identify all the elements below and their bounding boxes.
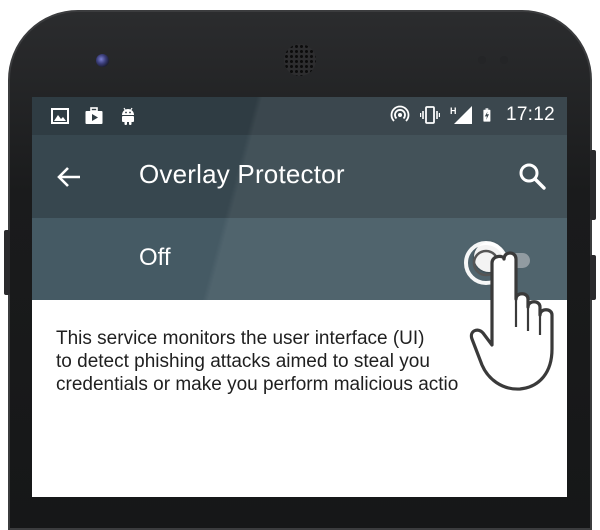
front-camera	[96, 54, 109, 67]
cell-signal-h-icon: H	[450, 106, 472, 124]
page-title: Overlay Protector	[139, 159, 345, 189]
tapping-hand-icon	[464, 241, 554, 391]
search-icon[interactable]	[516, 160, 548, 192]
status-bar: H 17:12	[32, 97, 567, 135]
back-arrow-icon[interactable]	[54, 162, 84, 192]
vibrate-icon	[419, 106, 440, 124]
earpiece-speaker	[284, 44, 316, 76]
light-sensor	[500, 56, 508, 64]
hotspot-icon	[390, 105, 410, 122]
signal-label: H	[450, 106, 457, 116]
proximity-sensor	[478, 56, 486, 64]
android-notification-icon	[122, 107, 134, 125]
image-notification-icon	[51, 108, 69, 124]
side-button	[590, 255, 596, 300]
phone-body: H 17:12 Overlay Protector Off This servi…	[0, 0, 600, 530]
volume-button	[4, 230, 10, 295]
power-button	[590, 150, 596, 220]
battery-charging-icon	[483, 108, 491, 122]
app-toolbar: Overlay Protector	[32, 135, 567, 218]
switch-state-label: Off	[139, 244, 171, 271]
status-clock: 17:12	[505, 104, 555, 125]
system-status-icons: H 17:12	[390, 104, 555, 126]
briefcase-notification-icon	[85, 107, 103, 124]
notification-icons	[50, 106, 138, 126]
